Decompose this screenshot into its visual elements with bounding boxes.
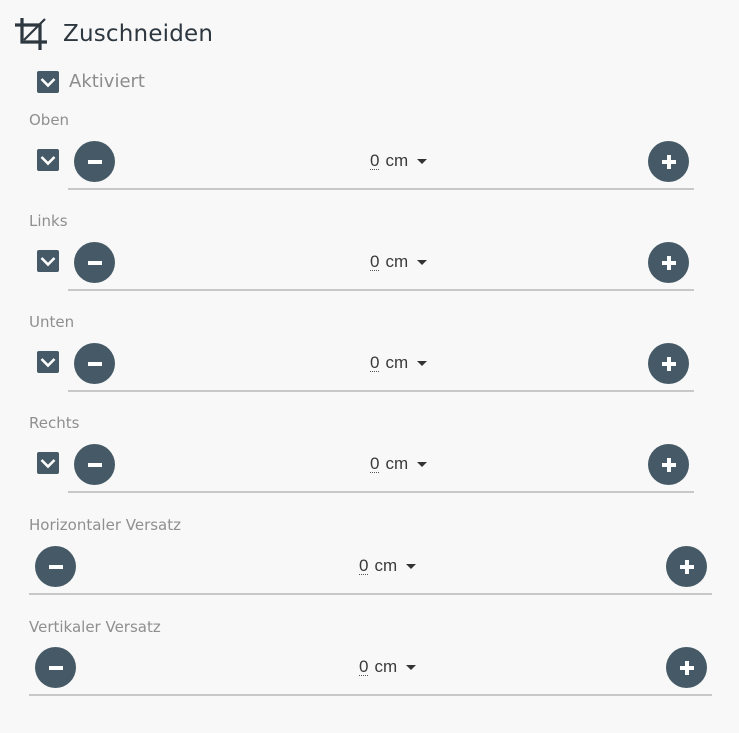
vertical-offset-value[interactable]: 0 cm — [359, 657, 417, 677]
left-underline — [68, 289, 694, 291]
right-increment-button[interactable] — [648, 444, 689, 485]
plus-icon — [661, 154, 676, 169]
top-stepper: 0 cm — [68, 138, 694, 190]
plus-icon — [661, 356, 676, 371]
bottom-value-number[interactable]: 0 — [370, 354, 380, 372]
plus-icon — [661, 457, 676, 472]
minus-icon — [87, 462, 102, 467]
vertical-offset-increment-button[interactable] — [666, 647, 707, 688]
bottom-unit[interactable]: cm — [385, 353, 408, 373]
left-value-number[interactable]: 0 — [370, 253, 380, 271]
top-increment-button[interactable] — [648, 141, 689, 182]
top-decrement-button[interactable] — [74, 141, 115, 182]
checkmark-icon — [40, 358, 56, 368]
minus-icon — [87, 361, 102, 366]
label-vertical-offset: Vertikaler Versatz — [29, 618, 161, 636]
enabled-checkbox[interactable] — [37, 71, 59, 93]
right-value-number[interactable]: 0 — [370, 455, 380, 473]
top-value-number[interactable]: 0 — [370, 152, 380, 170]
horizontal-offset-decrement-button[interactable] — [35, 546, 76, 587]
left-increment-button[interactable] — [648, 242, 689, 283]
horizontal-offset-stepper: 0 cm — [29, 543, 712, 595]
checkmark-icon — [40, 78, 56, 88]
unit-dropdown-icon[interactable] — [417, 158, 428, 164]
vertical-offset-stepper: 0 cm — [29, 644, 712, 696]
right-underline — [68, 491, 694, 493]
checkmark-icon — [40, 459, 56, 469]
checkmark-icon — [40, 156, 56, 166]
left-stepper: 0 cm — [68, 239, 694, 291]
bottom-checkbox[interactable] — [37, 351, 59, 373]
right-checkbox[interactable] — [37, 452, 59, 474]
bottom-stepper: 0 cm — [68, 340, 694, 392]
checkmark-icon — [40, 257, 56, 267]
vertical-offset-unit[interactable]: cm — [374, 657, 397, 677]
enabled-label: Aktiviert — [69, 71, 145, 92]
right-stepper: 0 cm — [68, 441, 694, 493]
unit-dropdown-icon[interactable] — [417, 360, 428, 366]
horizontal-offset-underline — [29, 593, 712, 595]
label-bottom: Unten — [29, 313, 75, 331]
bottom-decrement-button[interactable] — [74, 343, 115, 384]
horizontal-offset-unit[interactable]: cm — [374, 556, 397, 576]
minus-icon — [87, 260, 102, 265]
plus-icon — [661, 255, 676, 270]
label-right: Rechts — [29, 414, 80, 432]
horizontal-offset-value[interactable]: 0 cm — [359, 556, 417, 576]
vertical-offset-underline — [29, 694, 712, 696]
label-horizontal-offset: Horizontaler Versatz — [29, 516, 182, 534]
right-decrement-button[interactable] — [74, 444, 115, 485]
crop-icon — [14, 16, 48, 52]
right-unit[interactable]: cm — [385, 454, 408, 474]
horizontal-offset-number[interactable]: 0 — [359, 557, 369, 575]
right-value[interactable]: 0 cm — [370, 454, 428, 474]
bottom-value[interactable]: 0 cm — [370, 353, 428, 373]
top-unit[interactable]: cm — [385, 151, 408, 171]
vertical-offset-number[interactable]: 0 — [359, 658, 369, 676]
top-checkbox[interactable] — [37, 149, 59, 171]
left-value[interactable]: 0 cm — [370, 252, 428, 272]
bottom-increment-button[interactable] — [648, 343, 689, 384]
minus-icon — [48, 665, 63, 670]
top-value[interactable]: 0 cm — [370, 151, 428, 171]
section-title: Zuschneiden — [63, 21, 214, 47]
bottom-underline — [68, 390, 694, 392]
top-underline — [68, 188, 694, 190]
left-unit[interactable]: cm — [385, 252, 408, 272]
crop-section-header: Zuschneiden — [14, 16, 213, 52]
unit-dropdown-icon[interactable] — [417, 259, 428, 265]
unit-dropdown-icon[interactable] — [406, 664, 417, 670]
label-top: Oben — [29, 111, 70, 129]
plus-icon — [679, 559, 694, 574]
left-checkbox[interactable] — [37, 250, 59, 272]
left-decrement-button[interactable] — [74, 242, 115, 283]
horizontal-offset-increment-button[interactable] — [666, 546, 707, 587]
minus-icon — [48, 564, 63, 569]
vertical-offset-decrement-button[interactable] — [35, 647, 76, 688]
minus-icon — [87, 159, 102, 164]
unit-dropdown-icon[interactable] — [417, 461, 428, 467]
plus-icon — [679, 660, 694, 675]
label-left: Links — [29, 212, 68, 230]
unit-dropdown-icon[interactable] — [406, 563, 417, 569]
